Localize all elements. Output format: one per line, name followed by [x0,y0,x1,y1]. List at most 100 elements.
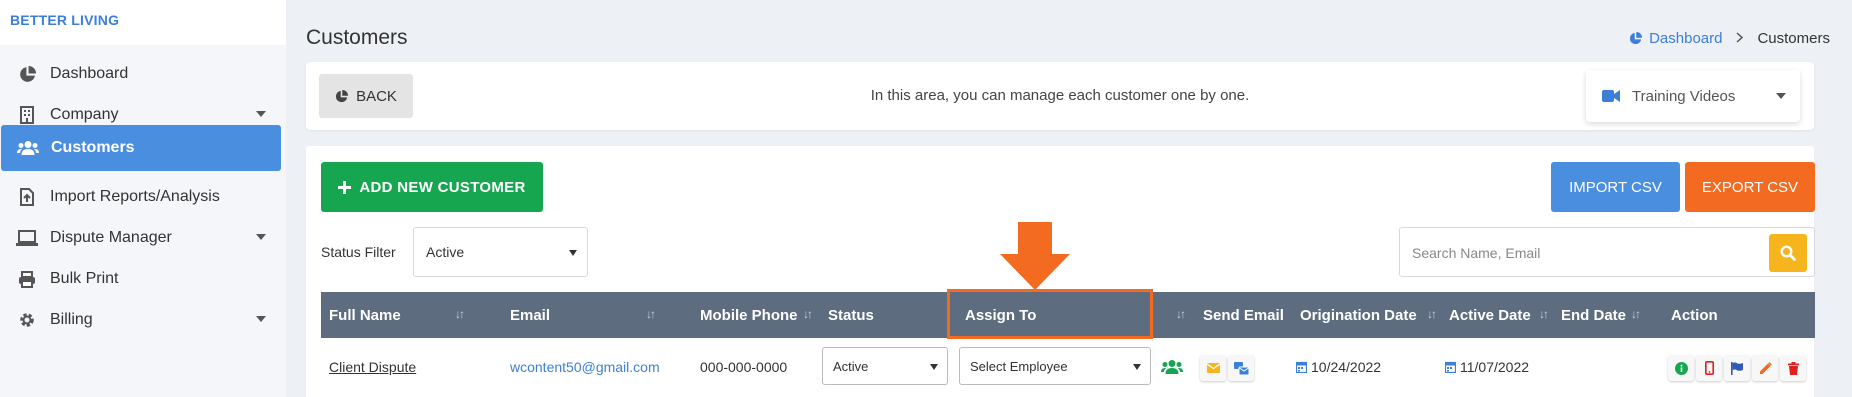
origination-date: 10/24/2022 [1311,359,1382,375]
assign-employee-select[interactable]: Select Employee [959,347,1151,385]
column-header-origination-date[interactable]: Origination Date [1300,292,1417,338]
status-select-value: Active [833,358,869,374]
sidebar-item-label: Dashboard [50,65,129,82]
training-videos-dropdown[interactable]: Training Videos [1586,70,1800,122]
breadcrumb-dashboard-link[interactable]: Dashboard [1629,30,1722,47]
search-icon [1780,245,1796,261]
column-header-action: Action [1671,306,1718,324]
sidebar-item-label: Bulk Print [50,270,119,287]
sort-icon[interactable]: ↓↑ [1427,307,1437,321]
import-csv-button[interactable]: IMPORT CSV [1551,162,1680,212]
sidebar-item-billing[interactable]: Billing [0,297,282,343]
sidebar-item-dispute-manager[interactable]: Dispute Manager [0,215,282,261]
laptop-icon [16,228,38,248]
search-button[interactable] [1769,234,1807,272]
send-email-button[interactable] [1200,355,1226,381]
customer-name-link[interactable]: Client Dispute [329,359,416,375]
sidebar-item-bulk-print[interactable]: Bulk Print [0,256,282,302]
delete-button[interactable] [1780,355,1806,381]
breadcrumb: Dashboard Customers [1629,30,1830,47]
file-import-icon [16,187,38,207]
building-icon [16,105,38,125]
chevron-right-icon [1736,30,1744,47]
sidebar-item-label: Import Reports/Analysis [50,188,220,205]
sidebar-item-label: Dispute Manager [50,229,172,246]
plus-icon [338,180,352,194]
cog-icon [16,310,38,330]
printer-icon [16,269,38,289]
sidebar-item-label: Company [50,106,119,123]
column-header-end-date[interactable]: End Date [1561,292,1626,338]
table-row: Client Dispute wcontent50@gmail.com 000-… [321,338,1815,396]
active-date: 11/07/2022 [1460,359,1530,375]
toolbar-card: BACK In this area, you can manage each c… [306,62,1814,130]
add-new-customer-button[interactable]: ADD NEW CUSTOMER [321,162,543,212]
sort-icon[interactable]: ↓↑ [1539,307,1549,321]
down-arrow-annotation [1000,222,1070,290]
add-new-customer-label: ADD NEW CUSTOMER [359,178,526,196]
column-header-active-date[interactable]: Active Date [1449,292,1531,338]
flag-button[interactable] [1724,355,1750,381]
sort-icon[interactable]: ↓↑ [1631,307,1641,321]
sidebar-item-customers[interactable]: Customers [1,125,281,171]
info-button[interactable] [1668,355,1694,381]
status-filter-value: Active [426,244,465,260]
sidebar-item-import-reports[interactable]: Import Reports/Analysis [0,174,282,220]
chevron-down-icon [256,316,266,322]
status-select[interactable]: Active [822,347,948,385]
sort-icon[interactable]: ↓↑ [646,307,656,321]
column-header-mobile-phone[interactable]: Mobile Phone [700,292,798,338]
sort-icon[interactable]: ↓↑ [455,307,465,321]
calendar-icon [1296,361,1307,373]
status-filter-select[interactable]: Active [413,227,588,277]
info-circle-icon [1674,361,1688,375]
customer-mobile-phone: 000-000-0000 [700,359,788,375]
sort-icon[interactable]: ↓↑ [803,307,813,321]
trash-icon [1787,361,1799,375]
export-csv-button[interactable]: EXPORT CSV [1685,162,1815,212]
chevron-down-icon [256,111,266,117]
video-camera-icon [1602,90,1620,102]
breadcrumb-current: Customers [1757,30,1830,47]
sidebar-item-label: Billing [50,311,93,328]
caret-down-icon [930,364,938,370]
assign-to-highlight [947,289,1153,339]
brand-logo-text[interactable]: BETTER LIVING [10,12,119,28]
caret-down-icon [569,250,577,256]
search-input[interactable] [1412,242,1752,264]
origination-date-cell: 10/24/2022 [1296,338,1381,396]
edit-button[interactable] [1752,355,1778,381]
caret-down-icon [1133,364,1141,370]
status-filter-label: Status Filter [321,244,396,260]
active-date-cell: 11/07/2022 [1445,338,1529,396]
customers-card: ADD NEW CUSTOMER IMPORT CSV EXPORT CSV S… [306,146,1815,397]
pencil-icon [1759,361,1772,374]
sidebar: BETTER LIVING Dashboard Company Customer… [0,0,286,397]
mail-bulk-icon [1233,361,1249,375]
mobile-phone-icon [1704,361,1714,375]
training-videos-label: Training Videos [1632,87,1736,105]
calendar-icon [1445,361,1456,373]
customer-email[interactable]: wcontent50@gmail.com [510,338,660,396]
column-header-full-name[interactable]: Full Name [329,292,401,338]
sidebar-item-dashboard[interactable]: Dashboard [0,51,282,97]
envelope-icon [1206,363,1220,373]
users-icon [17,138,39,158]
column-header-status[interactable]: Status [828,292,874,338]
brand-header[interactable]: BETTER LIVING [0,0,286,45]
search-box [1399,227,1815,277]
sidebar-item-label: Customers [51,139,135,156]
breadcrumb-dashboard-label: Dashboard [1649,30,1723,47]
chevron-down-icon [256,234,266,240]
mobile-button[interactable] [1696,355,1722,381]
send-letter-button[interactable] [1228,355,1254,381]
page-title: Customers [306,26,408,49]
assign-employee-value: Select Employee [970,358,1068,374]
assign-team-icon[interactable] [1160,338,1184,396]
flag-icon [1731,361,1743,375]
pie-chart-icon [16,64,38,84]
column-header-email[interactable]: Email [510,292,550,338]
sort-icon[interactable]: ↓↑ [1176,307,1186,321]
chevron-down-icon [1776,93,1786,99]
pie-chart-icon [1629,32,1643,45]
